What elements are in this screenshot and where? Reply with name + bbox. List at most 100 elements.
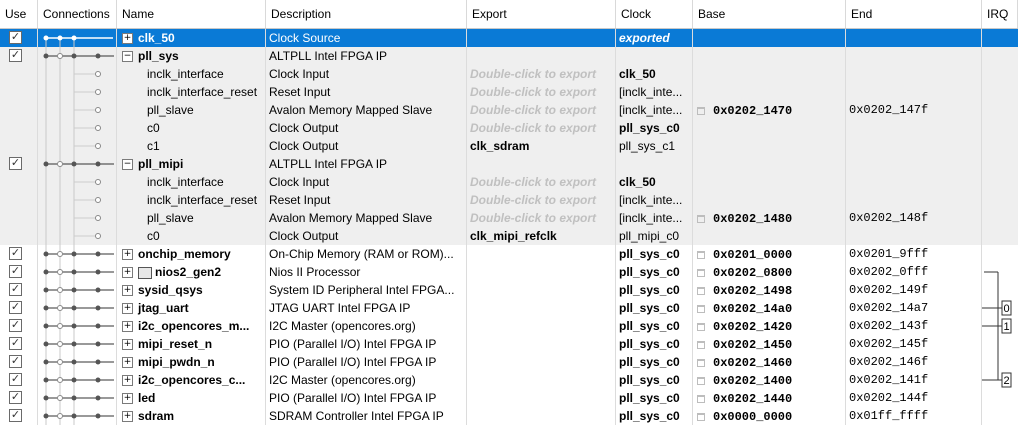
name-cell[interactable]: + clk_50: [117, 29, 266, 47]
clock-cell[interactable]: pll_sys_c0: [616, 407, 693, 425]
lock-icon[interactable]: [697, 286, 705, 295]
lock-icon[interactable]: [697, 268, 705, 277]
export-cell[interactable]: [467, 371, 616, 389]
name-cell[interactable]: + mipi_reset_n: [117, 335, 266, 353]
export-cell[interactable]: [467, 389, 616, 407]
table-row[interactable]: ✓ + mipi_pwdn_n PIO (Parallel I/O) Intel FP…: [0, 353, 1018, 371]
header-description[interactable]: Description: [266, 0, 467, 28]
name-cell[interactable]: + i2c_opencores_m...: [117, 317, 266, 335]
export-cell[interactable]: [467, 263, 616, 281]
table-row[interactable]: ✓ + onchip_memory On-Chip Memory (RAM or RO…: [0, 245, 1018, 263]
clock-cell[interactable]: [inclk_inte...: [616, 83, 693, 101]
lock-icon[interactable]: [697, 376, 705, 385]
base-cell[interactable]: [693, 227, 846, 245]
base-cell[interactable]: [693, 191, 846, 209]
collapse-icon[interactable]: −: [122, 51, 133, 63]
table-row[interactable]: inclk_interface_reset Reset Input Double-c…: [0, 83, 1018, 101]
name-cell[interactable]: + nios2_gen2: [117, 263, 266, 281]
header-irq[interactable]: IRQ: [982, 0, 1018, 28]
name-cell[interactable]: + onchip_memory: [117, 245, 266, 263]
header-export[interactable]: Export: [467, 0, 616, 28]
lock-icon[interactable]: [697, 412, 705, 421]
export-cell[interactable]: Double-click to export: [467, 101, 616, 119]
use-checkbox[interactable]: ✓: [9, 247, 22, 260]
table-row[interactable]: ✓ + i2c_opencores_m... I2C Master (opencore…: [0, 317, 1018, 335]
use-checkbox[interactable]: ✓: [9, 301, 22, 314]
export-cell[interactable]: Double-click to export: [467, 191, 616, 209]
name-cell[interactable]: inclk_interface: [117, 65, 266, 83]
clock-cell[interactable]: pll_sys_c0: [616, 299, 693, 317]
base-cell[interactable]: 0x0202_14a0: [693, 299, 846, 317]
table-row[interactable]: inclk_interface Clock Input Double-click t…: [0, 173, 1018, 191]
name-cell[interactable]: − pll_sys: [117, 47, 266, 65]
name-cell[interactable]: pll_slave: [117, 209, 266, 227]
use-checkbox[interactable]: ✓: [9, 31, 22, 44]
base-cell[interactable]: [693, 173, 846, 191]
table-row[interactable]: ✓ + clk_50 Clock Source exported: [0, 29, 1018, 47]
export-cell[interactable]: [467, 29, 616, 47]
base-cell[interactable]: 0x0202_1400: [693, 371, 846, 389]
table-row[interactable]: c1 Clock Output clk_sdram pll_sys_c1: [0, 137, 1018, 155]
clock-cell[interactable]: pll_sys_c0: [616, 389, 693, 407]
clock-cell[interactable]: [616, 155, 693, 173]
name-cell[interactable]: + sdram: [117, 407, 266, 425]
base-cell[interactable]: 0x0000_0000: [693, 407, 846, 425]
base-cell[interactable]: [693, 119, 846, 137]
name-cell[interactable]: pll_slave: [117, 101, 266, 119]
clock-cell[interactable]: [inclk_inte...: [616, 101, 693, 119]
table-row[interactable]: ✓ − pll_sys ALTPLL Intel FPGA IP: [0, 47, 1018, 65]
clock-cell[interactable]: pll_sys_c0: [616, 119, 693, 137]
clock-cell[interactable]: [inclk_inte...: [616, 191, 693, 209]
table-row[interactable]: ✓ − pll_mipi ALTPLL Intel FPGA IP: [0, 155, 1018, 173]
table-row[interactable]: ✓ + nios2_gen2 Nios II Processor pll_sys_c0 0…: [0, 263, 1018, 281]
table-row[interactable]: ✓ + mipi_reset_n PIO (Parallel I/O) Intel F…: [0, 335, 1018, 353]
lock-icon[interactable]: [697, 304, 705, 313]
base-cell[interactable]: 0x0202_1460: [693, 353, 846, 371]
clock-cell[interactable]: pll_sys_c0: [616, 245, 693, 263]
expand-icon[interactable]: +: [122, 267, 133, 279]
table-row[interactable]: inclk_interface_reset Reset Input Double-c…: [0, 191, 1018, 209]
expand-icon[interactable]: +: [122, 33, 133, 45]
export-cell[interactable]: clk_sdram: [467, 137, 616, 155]
collapse-icon[interactable]: −: [122, 159, 133, 171]
irq-graph[interactable]: 0 1 2: [982, 29, 1018, 429]
lock-icon[interactable]: [697, 106, 705, 115]
clock-cell[interactable]: pll_sys_c0: [616, 317, 693, 335]
header-connections[interactable]: Connections: [38, 0, 117, 28]
export-cell[interactable]: Double-click to export: [467, 119, 616, 137]
table-row[interactable]: ✓ + i2c_opencores_c... I2C Master (opencore…: [0, 371, 1018, 389]
expand-icon[interactable]: +: [122, 357, 133, 369]
name-cell[interactable]: c1: [117, 137, 266, 155]
table-row[interactable]: c0 Clock Output clk_mipi_refclk pll_mipi_c0: [0, 227, 1018, 245]
base-cell[interactable]: 0x0201_0000: [693, 245, 846, 263]
name-cell[interactable]: + mipi_pwdn_n: [117, 353, 266, 371]
base-cell[interactable]: 0x0202_1450: [693, 335, 846, 353]
use-checkbox[interactable]: ✓: [9, 157, 22, 170]
base-cell[interactable]: [693, 83, 846, 101]
header-end[interactable]: End: [846, 0, 982, 28]
base-cell[interactable]: 0x0202_1420: [693, 317, 846, 335]
base-cell[interactable]: 0x0202_0800: [693, 263, 846, 281]
expand-icon[interactable]: +: [122, 375, 133, 387]
export-cell[interactable]: Double-click to export: [467, 209, 616, 227]
expand-icon[interactable]: +: [122, 285, 133, 297]
lock-icon[interactable]: [697, 214, 705, 223]
base-cell[interactable]: [693, 65, 846, 83]
table-row[interactable]: inclk_interface Clock Input Double-click t…: [0, 65, 1018, 83]
name-cell[interactable]: + led: [117, 389, 266, 407]
expand-icon[interactable]: +: [122, 321, 133, 333]
use-checkbox[interactable]: ✓: [9, 265, 22, 278]
base-cell[interactable]: [693, 155, 846, 173]
name-cell[interactable]: + sysid_qsys: [117, 281, 266, 299]
export-cell[interactable]: [467, 299, 616, 317]
clock-cell[interactable]: pll_sys_c1: [616, 137, 693, 155]
clock-cell[interactable]: pll_sys_c0: [616, 353, 693, 371]
base-cell[interactable]: [693, 47, 846, 65]
lock-icon[interactable]: [697, 322, 705, 331]
header-base[interactable]: Base: [693, 0, 846, 28]
export-cell[interactable]: [467, 281, 616, 299]
export-cell[interactable]: [467, 335, 616, 353]
name-cell[interactable]: + jtag_uart: [117, 299, 266, 317]
base-cell[interactable]: [693, 137, 846, 155]
expand-icon[interactable]: +: [122, 411, 133, 423]
